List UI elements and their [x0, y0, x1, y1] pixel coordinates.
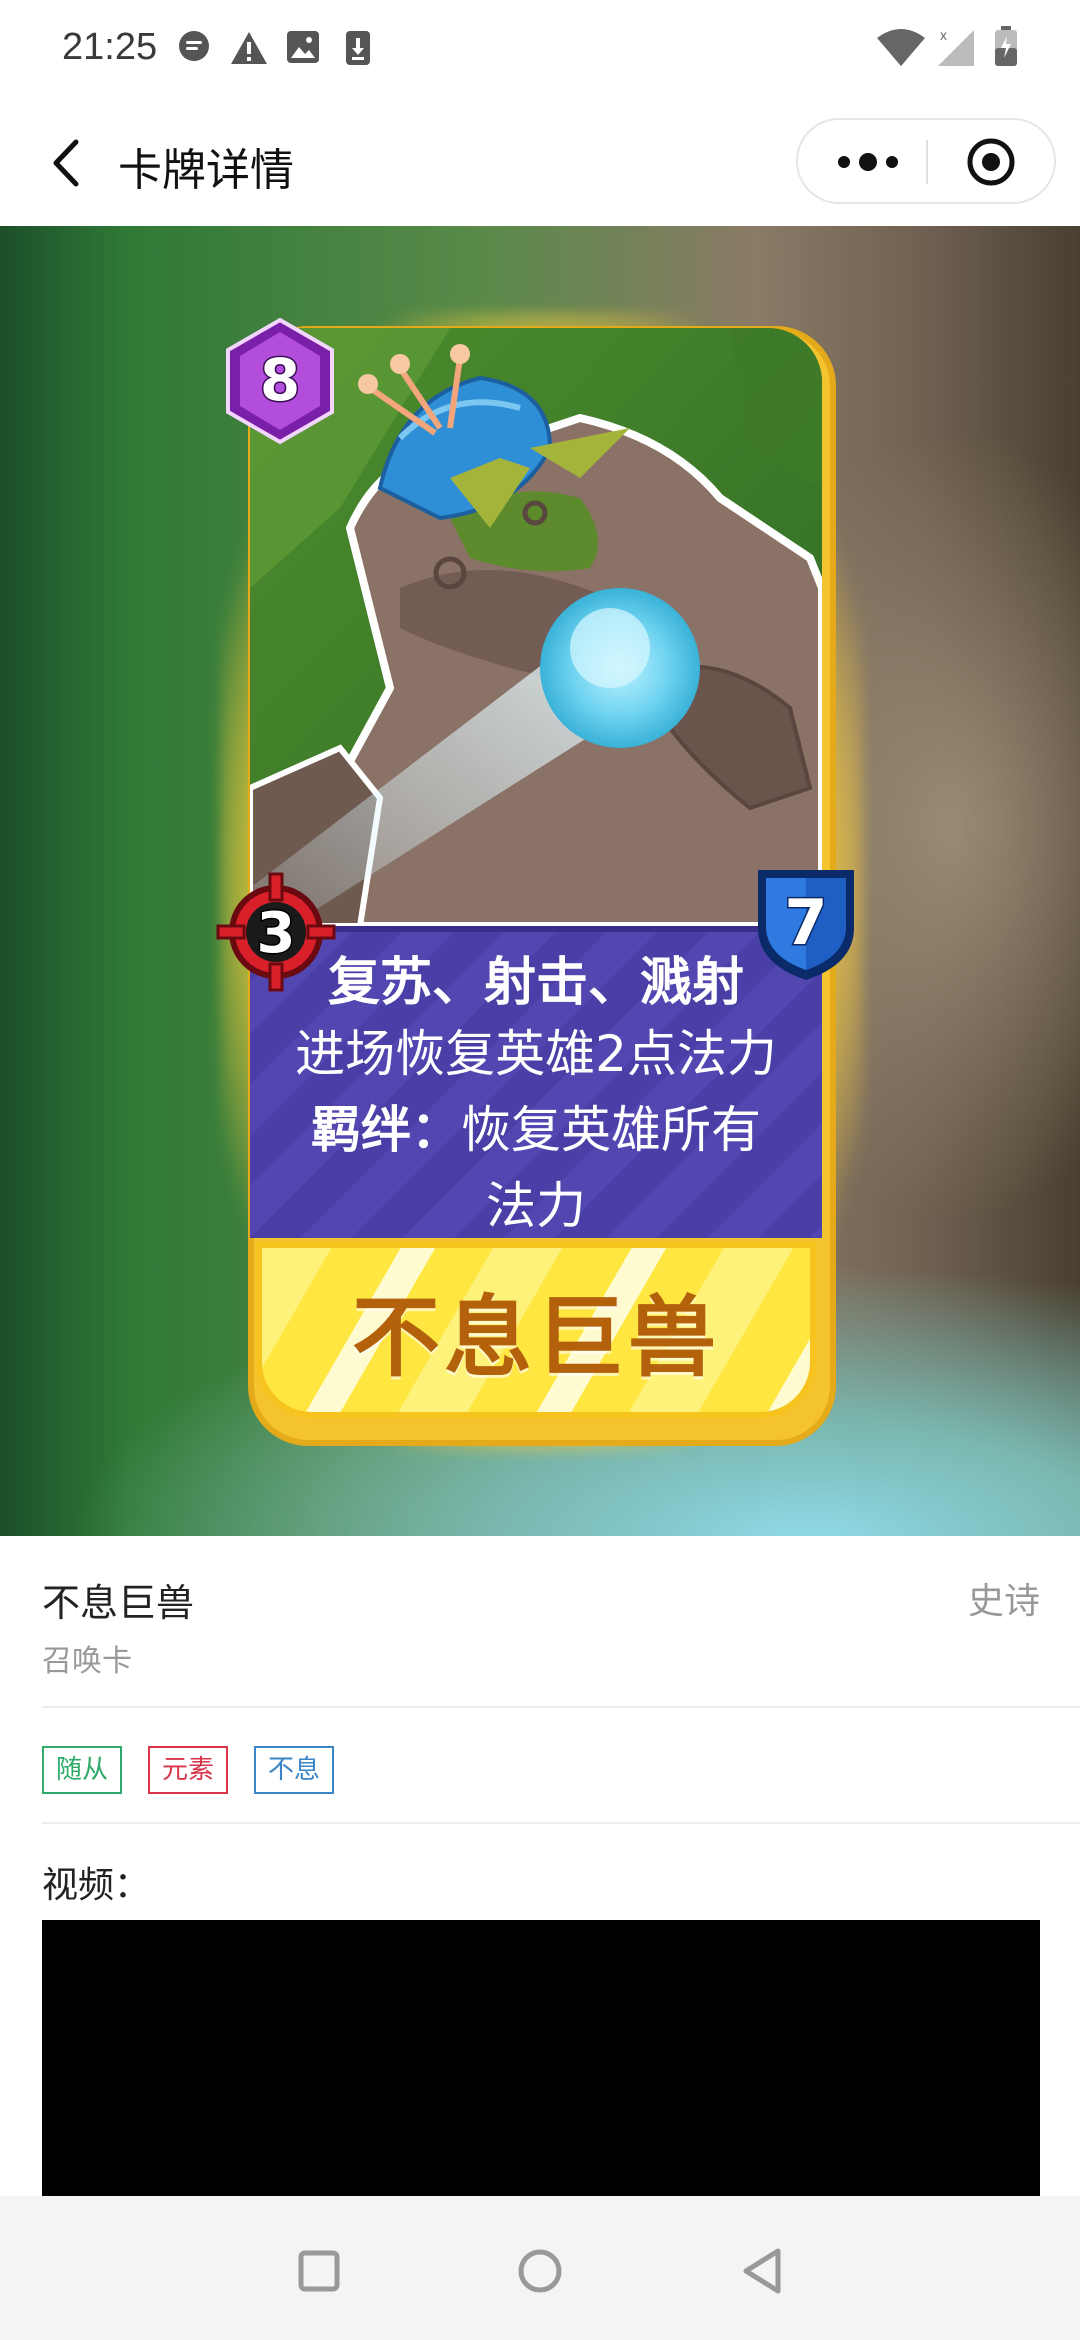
- svg-text:x: x: [940, 27, 947, 43]
- back-triangle-icon: [743, 2248, 781, 2294]
- card-rarity: 史诗: [967, 1581, 1040, 1622]
- card-title: 不息巨兽: [42, 1581, 195, 1625]
- tag-list: 随从 元素 不息: [42, 1746, 335, 1794]
- close-program-button[interactable]: [936, 120, 1046, 204]
- chevron-left-icon: [53, 139, 79, 187]
- crosshair-icon: 3: [216, 872, 336, 992]
- cost-value: 8: [260, 346, 300, 414]
- system-nav-bar: [0, 2196, 1080, 2340]
- health-value: 7: [784, 886, 827, 959]
- ability-line-2: 羁绊：恢复英雄所有: [276, 1092, 796, 1168]
- capsule-divider: [926, 140, 928, 184]
- tag-element[interactable]: 元素: [148, 1746, 229, 1794]
- mini-program-capsule: [796, 118, 1056, 204]
- cost-badge: 8: [220, 316, 340, 446]
- battery-icon: [995, 26, 1017, 66]
- status-bar: 21:25 x: [0, 0, 1080, 100]
- wifi-icon: [877, 29, 925, 66]
- tag-minion[interactable]: 随从: [42, 1746, 123, 1794]
- back-nav-button[interactable]: [728, 2236, 798, 2306]
- divider: [42, 1822, 1080, 1824]
- card-type: 召唤卡: [42, 1644, 132, 1679]
- hexagon-gem-icon: 8: [226, 317, 334, 445]
- recent-apps-icon: [298, 2250, 340, 2292]
- card-image[interactable]: 复苏、射击、溅射 进场恢复英雄2点法力 羁绊：恢复英雄所有 法力 不息巨兽 8: [216, 312, 864, 1452]
- ability-title: 复苏、射击、溅射: [327, 953, 744, 1013]
- health-badge: 7: [754, 864, 858, 984]
- recent-apps-button[interactable]: [284, 2236, 354, 2306]
- bond-text: 恢复英雄所有: [461, 1101, 761, 1159]
- back-button[interactable]: [40, 130, 100, 196]
- attack-badge: 3: [216, 872, 336, 992]
- shield-icon: 7: [758, 870, 854, 980]
- video-label: 视频：: [42, 1865, 151, 1906]
- status-time: 21:25: [62, 26, 158, 68]
- chat-bubble-icon: [179, 31, 209, 61]
- card-hero-background: 复苏、射击、溅射 进场恢复英雄2点法力 羁绊：恢复英雄所有 法力 不息巨兽 8: [0, 226, 1080, 1536]
- target-circle-icon: [967, 138, 1015, 186]
- card-name: 不息巨兽: [351, 1285, 720, 1389]
- card-info-section: 不息巨兽 史诗 召唤卡 随从 元素 不息 视频：: [0, 1536, 1080, 2196]
- bond-label: 羁绊：: [311, 1101, 461, 1159]
- image-icon: [287, 31, 319, 63]
- home-icon: [518, 2249, 562, 2293]
- video-player[interactable]: [42, 1920, 1040, 2196]
- download-icon: [346, 31, 370, 65]
- page-title: 卡牌详情: [118, 145, 294, 196]
- title-bar: 卡牌详情: [0, 100, 1080, 226]
- card-name-banner: 不息巨兽: [256, 1242, 816, 1418]
- warning-icon: [231, 32, 267, 64]
- divider: [42, 1706, 1080, 1708]
- home-button[interactable]: [505, 2236, 575, 2306]
- ability-line-1: 进场恢复英雄2点法力: [295, 1025, 777, 1083]
- more-button[interactable]: [810, 120, 920, 204]
- ability-line-3: 法力: [486, 1177, 586, 1235]
- more-dots-icon: [838, 153, 898, 171]
- attack-value: 3: [257, 901, 296, 966]
- tag-restless[interactable]: 不息: [254, 1746, 335, 1794]
- signal-icon: x: [938, 27, 974, 66]
